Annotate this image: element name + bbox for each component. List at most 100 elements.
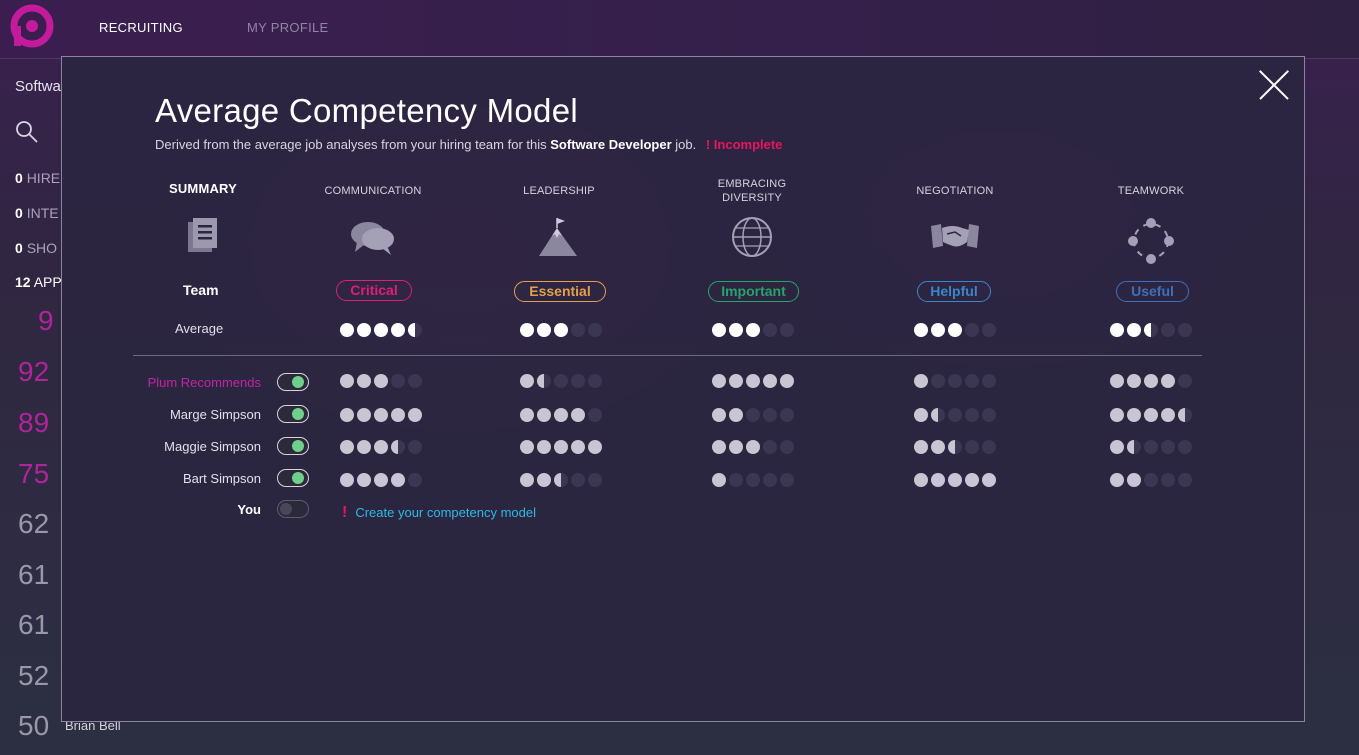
rating-dot <box>1144 473 1158 487</box>
nav-recruiting[interactable]: RECRUITING <box>99 20 183 35</box>
embracing-diversity-column: EMBRACING DIVERSITY <box>662 177 842 259</box>
rating-dot <box>948 323 962 337</box>
rating-dot <box>780 473 794 487</box>
rating-dot <box>780 323 794 337</box>
rating-dot <box>537 408 551 422</box>
nav-my-profile[interactable]: MY PROFILE <box>247 20 329 35</box>
row-toggle[interactable] <box>277 373 309 391</box>
rating-dot <box>1161 473 1175 487</box>
rating-dots <box>520 374 602 388</box>
toggle-knob <box>280 502 292 515</box>
toggle-knob <box>292 407 304 420</box>
stat-hired[interactable]: 0 HIRE <box>15 170 60 186</box>
rating-dot <box>357 323 371 337</box>
rating-dot <box>520 374 534 388</box>
level-badge: Essential <box>514 281 606 302</box>
stat-shortlisted[interactable]: 0 SHO <box>15 240 57 256</box>
rating-dot <box>357 440 371 454</box>
toggle-knob <box>292 375 304 388</box>
rating-dots <box>712 473 794 487</box>
toggle-knob <box>292 471 304 484</box>
rating-dot <box>1127 440 1141 454</box>
close-icon[interactable] <box>1258 69 1290 101</box>
rating-dot <box>1110 440 1124 454</box>
rating-dot <box>1110 473 1124 487</box>
rating-dot <box>1161 440 1175 454</box>
rating-dots <box>340 408 422 422</box>
job-title: Softwa <box>15 78 61 95</box>
rating-dot <box>982 473 996 487</box>
rating-dot <box>408 408 422 422</box>
rating-dot <box>982 408 996 422</box>
rating-dot <box>571 440 585 454</box>
rating-dot <box>408 374 422 388</box>
rating-dot <box>1110 408 1124 422</box>
rating-dot <box>408 473 422 487</box>
rating-dot <box>520 408 534 422</box>
rating-dot <box>1127 408 1141 422</box>
rating-dot <box>1127 323 1141 337</box>
handshake-icon <box>931 224 979 248</box>
rating-dot <box>712 408 726 422</box>
rating-dot <box>391 323 405 337</box>
row-toggle[interactable] <box>277 437 309 455</box>
toggle-knob <box>292 439 304 452</box>
rating-dot <box>520 473 534 487</box>
rating-dot <box>780 374 794 388</box>
rating-dot <box>746 473 760 487</box>
rating-dot <box>1178 374 1192 388</box>
team-label: Team <box>183 282 219 298</box>
rating-dot <box>588 408 602 422</box>
rating-dot <box>571 408 585 422</box>
rating-dot <box>982 440 996 454</box>
rating-dots <box>914 408 996 422</box>
average-label: Average <box>175 321 224 336</box>
rating-dots <box>520 473 602 487</box>
divider <box>133 355 1202 356</box>
create-competency-model-link[interactable]: ! Create your competency model <box>342 504 536 522</box>
candidate-score: 61 <box>18 609 50 640</box>
rating-dot <box>965 323 979 337</box>
search-icon[interactable] <box>14 119 40 145</box>
rating-dot <box>1144 323 1158 337</box>
rating-dot <box>763 440 777 454</box>
level-badge: Important <box>708 281 799 302</box>
rating-dot <box>537 374 551 388</box>
row-toggle[interactable] <box>277 405 309 423</box>
rating-dot <box>374 323 388 337</box>
rating-dot <box>1110 374 1124 388</box>
rating-dot <box>931 374 945 388</box>
stat-applied[interactable]: 12 APP <box>15 274 62 290</box>
summary-heading: SUMMARY <box>168 181 238 196</box>
rating-dots <box>1110 408 1192 422</box>
rating-dot <box>931 408 945 422</box>
row-toggle[interactable] <box>277 469 309 487</box>
rating-dots <box>340 374 422 388</box>
candidate-score: 75 <box>18 458 50 489</box>
negotiation-column: NEGOTIATION <box>865 184 1045 254</box>
rating-dot <box>948 473 962 487</box>
row-toggle[interactable] <box>277 500 309 518</box>
plum-logo-icon[interactable] <box>10 4 54 48</box>
globe-icon <box>732 217 772 257</box>
average-rating-dots <box>914 323 996 337</box>
rating-dot <box>391 473 405 487</box>
rating-dots <box>520 440 602 454</box>
document-icon <box>188 218 217 252</box>
competency-heading: EMBRACING DIVERSITY <box>717 178 787 204</box>
rating-dot <box>1144 408 1158 422</box>
rating-dot <box>780 440 794 454</box>
rating-dot <box>914 323 928 337</box>
rating-dot <box>931 440 945 454</box>
rating-dot <box>965 473 979 487</box>
rating-dots <box>1110 473 1192 487</box>
rating-dot <box>1161 408 1175 422</box>
rating-dot <box>729 374 743 388</box>
communication-column: COMMUNICATION <box>283 184 463 258</box>
rating-dot <box>588 440 602 454</box>
rating-dot <box>588 374 602 388</box>
rating-dot <box>729 473 743 487</box>
stat-interviewed[interactable]: 0 INTE <box>15 205 59 221</box>
candidate-score: 61 <box>18 559 50 590</box>
rating-dot <box>746 323 760 337</box>
